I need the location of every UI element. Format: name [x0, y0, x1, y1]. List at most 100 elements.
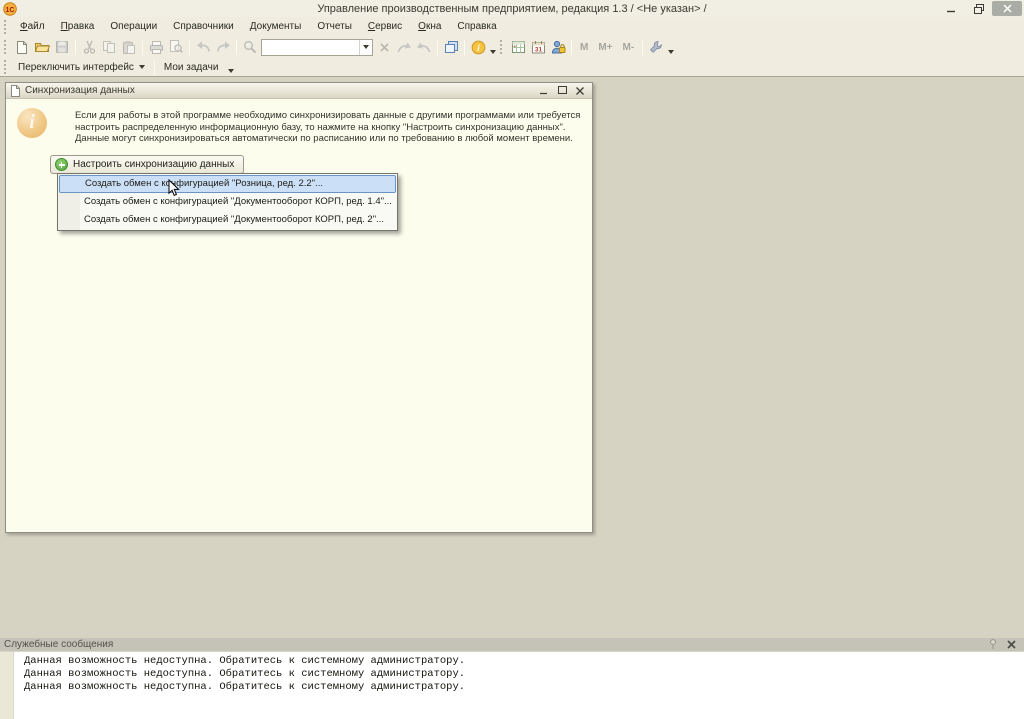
dialog-minimize-icon [540, 87, 548, 95]
info-line: Данные могут синхронизироваться автомати… [75, 133, 580, 145]
calculator-icon[interactable] [508, 38, 528, 56]
minimize-button[interactable] [938, 1, 965, 16]
toolbar-separator [154, 60, 155, 75]
sync-dialog-title: Синхронизация данных [25, 85, 135, 96]
service-settings-icon[interactable] [646, 38, 666, 56]
memory-add-button[interactable]: M+ [593, 38, 617, 56]
window-title: Управление производственным предприятием… [0, 3, 1024, 15]
switch-interface-label: Переключить интерфейс [18, 62, 134, 73]
toolbar-grip[interactable] [4, 40, 9, 54]
cut-icon[interactable] [79, 38, 99, 56]
paste-icon[interactable] [119, 38, 139, 56]
service-message: Данная возможность недоступна. Обратитес… [24, 655, 1024, 668]
switch-interface-button[interactable]: Переключить интерфейс [12, 60, 151, 75]
menubar-item-5[interactable]: Отчеты [309, 19, 360, 34]
memory-subtract-button[interactable]: M- [618, 38, 640, 56]
popup-menu-item-1[interactable]: Создать обмен с конфигурацией "Документо… [59, 193, 396, 211]
info-line: настроить распределенную информационную … [75, 122, 580, 134]
restore-icon [974, 4, 984, 14]
sync-dialog-titlebar[interactable]: Синхронизация данных [6, 83, 592, 99]
new-document-icon[interactable] [12, 38, 32, 56]
plus-icon [55, 158, 68, 171]
clear-search-icon[interactable] [374, 38, 394, 56]
sync-dialog-body: i Если для работы в этой программе необх… [6, 99, 592, 532]
svg-text:i: i [477, 44, 480, 54]
copy-icon[interactable] [99, 38, 119, 56]
open-folder-icon[interactable] [32, 38, 52, 56]
toolbar-grip[interactable] [500, 40, 505, 54]
mouse-cursor-icon [168, 179, 180, 202]
print-icon[interactable] [146, 38, 166, 56]
service-messages-list: Данная возможность недоступна. Обратитес… [0, 652, 1024, 694]
dialog-maximize-button[interactable] [554, 84, 570, 97]
pin-icon[interactable] [989, 639, 997, 650]
toolbar-separator [437, 40, 438, 55]
menubar-item-7[interactable]: Окна [410, 19, 449, 34]
toolbar-separator [571, 40, 572, 55]
windows-icon[interactable] [441, 38, 461, 56]
dialog-document-icon [10, 85, 21, 97]
undo-icon[interactable] [193, 38, 213, 56]
find-previous-icon[interactable] [394, 38, 414, 56]
user-permissions-icon[interactable] [548, 38, 568, 56]
print-preview-icon[interactable] [166, 38, 186, 56]
menubar-item-1[interactable]: Правка [53, 19, 103, 34]
search-combobox[interactable] [261, 39, 373, 56]
menubar-item-0[interactable]: Файл [12, 19, 53, 34]
close-icon [1003, 4, 1012, 13]
menubar-item-6[interactable]: Сервис [360, 19, 410, 34]
mdi-workspace: Синхронизация данных i Если для работы в… [0, 77, 1024, 638]
toolbar-separator [189, 40, 190, 55]
sync-info-text: Если для работы в этой программе необход… [75, 110, 580, 145]
find-next-icon[interactable] [414, 38, 434, 56]
close-button[interactable] [992, 1, 1022, 16]
menubar-item-3[interactable]: Справочники [165, 19, 242, 34]
dialog-minimize-button[interactable] [536, 84, 552, 97]
restore-button[interactable] [965, 1, 992, 16]
info-dropdown-icon[interactable] [488, 40, 498, 54]
service-messages-title: Служебные сообщения [4, 638, 113, 651]
service-messages-panel: Служебные сообщения Данная возможность н… [0, 638, 1024, 719]
service-messages-header[interactable]: Служебные сообщения [0, 638, 1024, 651]
popup-menu-item-2[interactable]: Создать обмен с конфигурацией "Документо… [59, 211, 396, 229]
chevron-down-icon [139, 65, 145, 69]
memory-recall-button[interactable]: M [575, 38, 593, 56]
info-icon[interactable]: i [468, 38, 488, 56]
redo-icon[interactable] [213, 38, 233, 56]
service-message: Данная возможность недоступна. Обратитес… [24, 681, 1024, 694]
menubar-item-8[interactable]: Справка [449, 19, 504, 34]
setup-sync-button[interactable]: Настроить синхронизацию данных [50, 155, 244, 174]
save-icon[interactable] [52, 38, 72, 56]
panel-close-icon[interactable] [1007, 640, 1016, 649]
toolbar-separator [236, 40, 237, 55]
info-line: Если для работы в этой программе необход… [75, 110, 580, 122]
menubar: ФайлПравкаОперацииСправочникиДокументыОт… [0, 17, 1024, 36]
settings-dropdown-icon[interactable] [666, 40, 676, 54]
sync-popup-menu: Создать обмен с конфигурацией "Розница, … [57, 173, 398, 231]
service-message: Данная возможность недоступна. Обратитес… [24, 668, 1024, 681]
menubar-item-4[interactable]: Документы [242, 19, 310, 34]
svg-text:31: 31 [534, 47, 542, 54]
my-tasks-button[interactable]: Мои задачи [158, 60, 225, 75]
search-input[interactable] [262, 40, 359, 55]
main-toolbar: i 31 MM+M- [0, 36, 1024, 58]
my-tasks-label: Мои задачи [164, 62, 219, 73]
toolbar-grip[interactable] [4, 20, 9, 34]
dialog-close-button[interactable] [572, 84, 588, 97]
toolbar-separator [464, 40, 465, 55]
search-dropdown-icon[interactable] [359, 40, 372, 55]
menubar-item-2[interactable]: Операции [102, 19, 165, 34]
find-icon[interactable] [240, 38, 260, 56]
toolbar-grip[interactable] [4, 60, 9, 74]
interface-toolbar: Переключить интерфейс Мои задачи [0, 58, 1024, 77]
info-icon: i [17, 108, 47, 138]
messages-gutter [0, 652, 14, 719]
calendar-icon[interactable]: 31 [528, 38, 548, 56]
dialog-close-icon [576, 87, 584, 95]
toolbar-separator [75, 40, 76, 55]
dialog-maximize-icon [558, 86, 567, 95]
popup-menu-item-0[interactable]: Создать обмен с конфигурацией "Розница, … [59, 175, 396, 193]
minimize-icon [947, 4, 956, 13]
service-messages-body: Данная возможность недоступна. Обратитес… [0, 651, 1024, 719]
my-tasks-dropdown-icon[interactable] [228, 61, 234, 73]
